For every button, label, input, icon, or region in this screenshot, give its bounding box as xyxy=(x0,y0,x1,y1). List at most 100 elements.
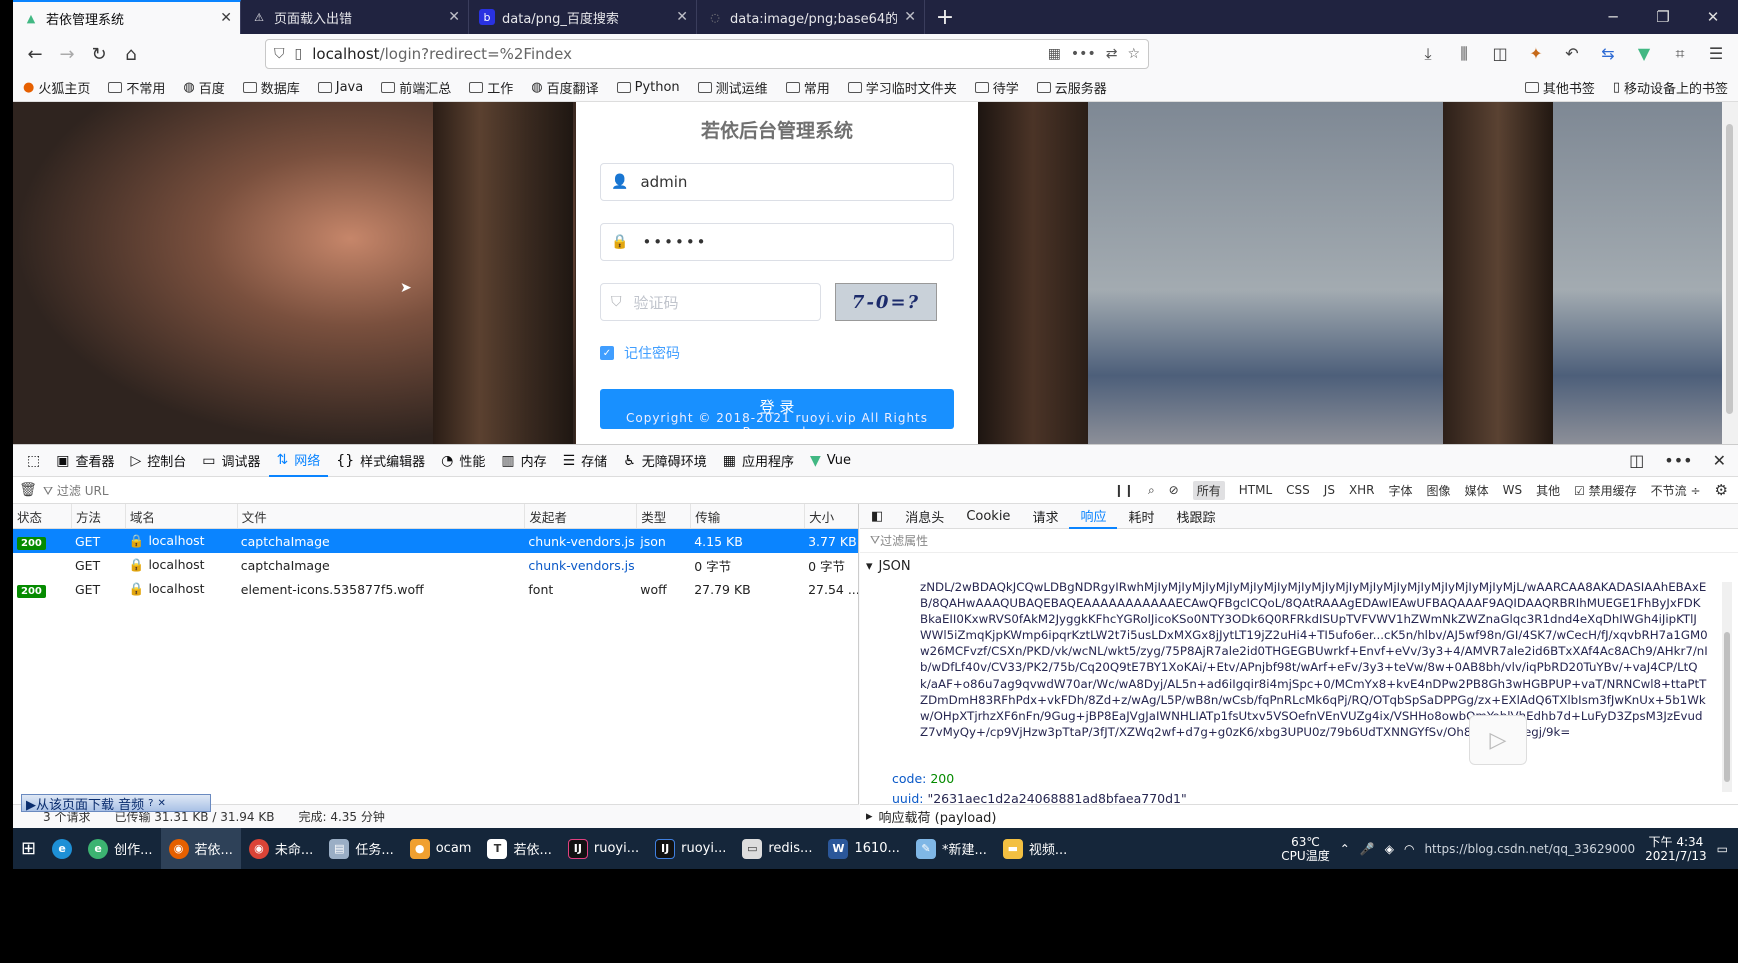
close-tab-icon[interactable]: ✕ xyxy=(220,10,232,26)
bookmark-folder[interactable]: Java xyxy=(317,80,363,95)
filter-css[interactable]: CSS xyxy=(1286,483,1310,497)
tab-data-image[interactable]: ◌ data:image/png;base64的用 ✕ xyxy=(697,0,925,34)
close-icon[interactable]: ✕ xyxy=(157,798,165,809)
captcha-image[interactable]: 7-0=? xyxy=(835,283,937,321)
tab-style-editor[interactable]: {} 样式编辑器 xyxy=(328,444,433,477)
pause-icon[interactable]: ❙❙ xyxy=(1114,483,1134,497)
back-button[interactable]: ← xyxy=(19,38,51,70)
shield-icon[interactable]: ⛉ xyxy=(274,46,285,62)
tab-load-error[interactable]: ⚠ 页面载入出错 ✕ xyxy=(241,0,469,34)
library-icon[interactable]: ⫼ xyxy=(1448,44,1480,64)
tab-network[interactable]: ⇅ 网络 xyxy=(268,444,329,477)
taskbar-item[interactable]: ▬ 视频... xyxy=(995,828,1075,869)
throttle-select[interactable]: 不节流 ÷ xyxy=(1651,482,1701,499)
bookmark-folder[interactable]: Python xyxy=(616,80,680,95)
close-tab-icon[interactable]: ✕ xyxy=(448,9,460,25)
initiator-link[interactable]: chunk-vendors.js:... xyxy=(524,558,636,573)
play-overlay-icon[interactable]: ▷ xyxy=(1469,715,1527,765)
wifi-icon[interactable]: ◠ xyxy=(1404,842,1414,856)
close-tab-icon[interactable]: ✕ xyxy=(676,9,688,25)
initiator-link[interactable]: chunk-vendors.js:... xyxy=(524,534,636,549)
microphone-icon[interactable]: 🎤 xyxy=(1360,842,1375,856)
taskbar-item[interactable]: e 创作... xyxy=(80,828,160,869)
page-scrollbar[interactable] xyxy=(1722,102,1738,444)
reload-button[interactable]: ↻ xyxy=(83,38,115,70)
more-actions-icon[interactable]: ••• xyxy=(1071,46,1096,62)
column-header[interactable]: 方法 xyxy=(70,504,125,528)
mobile-bookmarks[interactable]: ▯ 移动设备上的书签 xyxy=(1613,78,1728,97)
response-scrollbar[interactable] xyxy=(1722,582,1732,792)
filter-html[interactable]: HTML xyxy=(1239,483,1272,497)
remember-password-checkbox[interactable]: ✓ 记住密码 xyxy=(600,343,954,363)
filter-media[interactable]: 媒体 xyxy=(1465,482,1489,499)
other-bookmarks[interactable]: 其他书签 xyxy=(1524,78,1595,97)
taskbar-item[interactable]: W 1610... xyxy=(820,828,907,869)
tab-ruoyi[interactable]: ▲ 若依管理系统 ✕ xyxy=(13,0,241,34)
disable-cache-checkbox[interactable]: ☑ 禁用缓存 xyxy=(1574,482,1637,499)
bookmark-folder[interactable]: 待学 xyxy=(974,78,1019,97)
taskbar-item[interactable]: ◉ 未命... xyxy=(241,828,321,869)
trash-icon[interactable]: 🗑 xyxy=(13,482,43,498)
start-button[interactable]: ⊞ xyxy=(13,828,44,869)
tab-stack-trace[interactable]: 栈跟踪 xyxy=(1165,504,1226,529)
undo-icon[interactable]: ↶ xyxy=(1556,44,1588,64)
filter-properties-input[interactable]: ⛛ 过滤属性 xyxy=(860,529,1738,553)
bookmark-baidu[interactable]: ◍ 百度 xyxy=(183,78,224,97)
screenshot-icon[interactable]: ⌗ xyxy=(1664,44,1696,64)
tab-accessibility[interactable]: ♿ 无障碍环境 xyxy=(615,444,715,477)
extension-icon[interactable]: ✦ xyxy=(1520,44,1552,64)
tab-cookie[interactable]: Cookie xyxy=(955,504,1021,529)
url-text[interactable]: localhost/login?redirect=%2Findex xyxy=(312,45,1037,63)
tab-headers[interactable]: 消息头 xyxy=(894,504,955,529)
response-payload-toggle[interactable]: ▸ 响应载荷 (payload) xyxy=(860,804,1738,828)
tab-debugger[interactable]: ▭ 调试器 xyxy=(194,444,268,477)
filter-url-input[interactable]: ⛛ 过滤 URL xyxy=(43,482,1114,499)
element-picker-icon[interactable]: ⬚ xyxy=(19,444,48,477)
tab-baidu-search[interactable]: b data/png_百度搜索 ✕ xyxy=(469,0,697,34)
taskbar-item[interactable]: T 若依... xyxy=(479,828,559,869)
taskbar-item[interactable]: ✎ *新建... xyxy=(908,828,995,869)
dock-icon[interactable]: ◫ xyxy=(1629,451,1644,470)
json-section-toggle[interactable]: ▾ JSON xyxy=(860,553,1738,579)
table-row[interactable]: 200 GET 🔒 localhost captchaImage chunk-v… xyxy=(13,529,858,553)
restore-button[interactable]: ❐ xyxy=(1638,0,1688,34)
column-header[interactable]: 发起者 xyxy=(524,504,636,528)
tab-request[interactable]: 请求 xyxy=(1021,504,1069,529)
settings-gear-icon[interactable]: ⚙ xyxy=(1715,481,1728,499)
column-header[interactable]: 域名 xyxy=(124,504,237,528)
filter-all[interactable]: 所有 xyxy=(1192,480,1225,500)
qr-code-icon[interactable]: ▦ xyxy=(1048,46,1061,62)
sidebar-icon[interactable]: ◫ xyxy=(1484,44,1516,64)
tab-inspector[interactable]: ▣ 查看器 xyxy=(48,444,122,477)
search-icon[interactable]: ⌕ xyxy=(1148,483,1155,498)
bookmark-folder[interactable]: 测试运维 xyxy=(697,78,768,97)
filter-image[interactable]: 图像 xyxy=(1427,482,1451,499)
help-icon[interactable]: ? xyxy=(148,798,153,809)
filter-ws[interactable]: WS xyxy=(1503,483,1522,497)
minimize-button[interactable]: ─ xyxy=(1588,0,1638,34)
download-audio-bar[interactable]: ▶从该页面下载 音频 ? ✕ xyxy=(21,794,211,813)
column-header[interactable]: 状态 xyxy=(13,507,71,526)
translate-ext-icon[interactable]: ⇆ xyxy=(1592,44,1624,64)
filter-other[interactable]: 其他 xyxy=(1536,482,1560,499)
bookmark-folder[interactable]: 前端汇总 xyxy=(381,78,451,97)
filter-js[interactable]: JS xyxy=(1324,483,1335,497)
menu-icon[interactable]: ☰ xyxy=(1700,44,1732,64)
translate-icon[interactable]: ⇄ xyxy=(1106,46,1118,62)
tab-response[interactable]: 响应 xyxy=(1069,504,1118,529)
taskbar-item[interactable]: ● ocam xyxy=(402,828,480,869)
home-button[interactable]: ⌂ xyxy=(115,38,147,70)
clock[interactable]: 下午 4:34 2021/7/13 xyxy=(1645,835,1707,863)
bookmark-folder[interactable]: 学习临时文件夹 xyxy=(847,78,957,97)
star-icon[interactable]: ☆ xyxy=(1127,46,1140,62)
close-tab-icon[interactable]: ✕ xyxy=(904,9,916,25)
bookmark-folder[interactable]: 常用 xyxy=(785,78,830,97)
block-icon[interactable]: ⊘ xyxy=(1169,483,1179,497)
bookmark-folder[interactable]: 数据库 xyxy=(242,78,300,97)
column-header[interactable]: 类型 xyxy=(636,504,690,528)
captcha-input[interactable]: ⛉ 验证码 xyxy=(600,283,821,321)
username-input[interactable]: 👤 admin xyxy=(600,163,954,201)
taskbar-item[interactable]: ▭ redis... xyxy=(734,828,820,869)
bookmark-folder[interactable]: 云服务器 xyxy=(1036,78,1107,97)
taskbar-item[interactable]: ▤ 任务... xyxy=(321,828,401,869)
